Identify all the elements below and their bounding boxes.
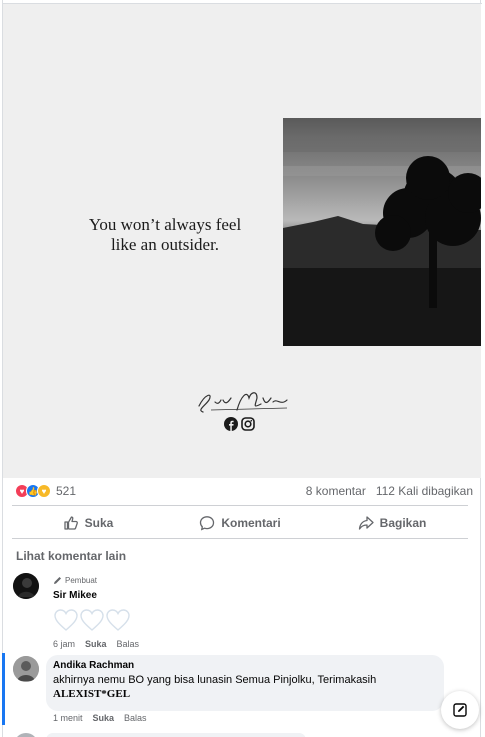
comment-brand-text: ALEXIST*GEL [53,688,131,700]
edit-icon [453,703,467,717]
author-badge: Pembuat [53,576,139,585]
post-stats: ♥ 👍 ♥ 521 8 komentar 112 Kali dibagikan [13,482,473,502]
compose-button[interactable] [441,691,479,729]
share-button[interactable]: Bagikan [316,510,468,536]
comment-meta: 1 menit Suka Balas [53,713,147,723]
signature-logo [191,384,295,416]
quote-line-2: like an outsider. [110,235,220,254]
comment-text: akhirnya nemu BO yang bisa lunasin Semua… [53,674,377,686]
view-more-comments-link[interactable]: Lihat komentar lain [16,549,126,563]
comment-button[interactable]: Komentari [164,510,316,536]
avatar[interactable] [13,573,39,599]
next-comment-bubble [46,733,306,737]
comment-bubble: Andika Rachman akhirnya nemu BO yang bis… [46,655,444,711]
comment-author[interactable]: Sir Mikee [53,590,139,601]
landscape-photo [283,118,481,346]
like-label: Suka [84,516,114,530]
white-heart-icon [54,609,78,631]
facebook-icon [224,417,238,431]
heart-emojis [53,607,139,633]
comment-reply-button[interactable]: Balas [124,713,147,723]
comment-bubble-icon [200,516,215,531]
highlight-bar [2,653,5,725]
stats-divider [12,505,468,506]
comment-reply-button[interactable]: Balas [117,639,140,649]
social-icons [224,417,255,431]
comment-time[interactable]: 1 menit [53,713,83,723]
like-button[interactable]: Suka [12,510,164,536]
comment-count[interactable]: 8 komentar [306,484,366,498]
comment-label: Komentari [221,516,281,530]
care-reaction-icon: ♥ [37,484,51,498]
quote-text: You won’t always feel like an outsider. [65,215,265,255]
share-count[interactable]: 112 Kali dibagikan [376,484,473,498]
actions-divider [12,538,468,539]
comment-like-button[interactable]: Suka [93,713,115,723]
pencil-icon [54,577,61,584]
reaction-count: 521 [56,484,77,498]
comment-time[interactable]: 6 jam [53,639,75,649]
comment-meta: 6 jam Suka Balas [53,639,139,649]
instagram-icon [241,417,255,431]
post-image[interactable]: You won’t always feel like an outsider. [3,4,481,478]
share-label: Bagikan [379,516,427,530]
share-arrow-icon [358,516,374,530]
reaction-summary[interactable]: ♥ 👍 ♥ 521 [15,484,76,498]
thumbs-up-icon [64,516,78,530]
white-heart-icon [106,609,130,631]
comment-like-button[interactable]: Suka [85,639,107,649]
quote-line-1: You won’t always feel [88,215,242,234]
white-heart-icon [80,609,104,631]
avatar[interactable] [13,656,39,682]
action-bar: Suka Komentari Bagikan [12,510,468,536]
comment-item: Pembuat Sir Mikee 6 jam Suka Balas [53,576,139,649]
comment-author[interactable]: Andika Rachman [53,660,437,671]
